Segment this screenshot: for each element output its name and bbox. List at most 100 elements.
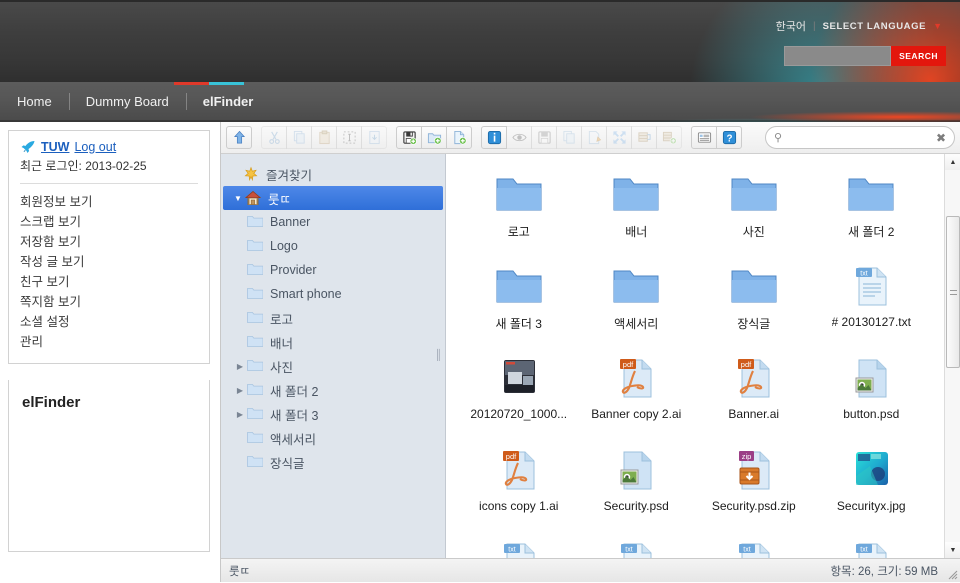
language-select-label[interactable]: SELECT LANGUAGE — [823, 21, 926, 32]
status-summary: 항목: 26, 크기: 59 MB — [830, 563, 952, 579]
scroll-up-icon[interactable]: ▲ — [945, 154, 960, 170]
preview-icon[interactable] — [506, 126, 532, 149]
file-item[interactable]: Securityx.jpg — [813, 440, 931, 532]
tree-item-provider[interactable]: Provider — [221, 258, 445, 282]
tree-item-newfolder3[interactable]: ▶ 새 폴더 3 — [221, 402, 445, 426]
file-item[interactable]: Security.psd — [578, 440, 696, 532]
copy-icon[interactable] — [286, 126, 312, 149]
tree-item-accessory[interactable]: 액세서리 — [221, 426, 445, 450]
nav-item-home[interactable]: Home — [0, 82, 69, 122]
download-icon[interactable] — [531, 126, 557, 149]
upload-icon[interactable] — [396, 126, 422, 149]
tree-item-decotext[interactable]: 장식글 — [221, 450, 445, 474]
text-file-icon: txt — [492, 538, 546, 558]
file-label: 20120720_1000... — [470, 407, 567, 421]
toolbar-group-actions — [481, 126, 682, 149]
sidebar-item-social[interactable]: 소셜 설정 — [20, 312, 198, 332]
window-resize-handle[interactable] — [946, 568, 958, 580]
file-item[interactable]: 새 폴더 2 — [813, 164, 931, 256]
username-link[interactable]: TUW — [41, 140, 69, 154]
folder-icon — [492, 262, 546, 310]
file-item[interactable]: txt — [813, 532, 931, 558]
file-item[interactable]: txt — [460, 532, 578, 558]
last-login-text: 최근 로그인: 2013-02-25 — [20, 157, 198, 183]
help-icon[interactable]: ? — [716, 126, 742, 149]
paste-icon[interactable] — [311, 126, 337, 149]
search-input[interactable] — [787, 132, 936, 144]
nav-item-elfinder[interactable]: elFinder — [186, 82, 271, 122]
folder-icon — [247, 358, 265, 374]
view-mode-icon[interactable] — [691, 126, 717, 149]
sidebar-item-scrap[interactable]: 스크랩 보기 — [20, 212, 198, 232]
file-item[interactable]: zip Security.psd.zip — [695, 440, 813, 532]
tree-item-logo-ko[interactable]: 로고 — [221, 306, 445, 330]
header-search[interactable]: SEARCH — [784, 46, 946, 66]
site-header: 한국어 | SELECT LANGUAGE ▼ SEARCH — [0, 0, 960, 82]
file-item[interactable]: 새 폴더 3 — [460, 256, 578, 348]
tree-item-banner[interactable]: Banner — [221, 210, 445, 234]
file-item[interactable]: txt # 20130127.txt — [813, 256, 931, 348]
duplicate-icon[interactable] — [556, 126, 582, 149]
tree-item-photos[interactable]: ▶ 사진 — [221, 354, 445, 378]
cut-icon[interactable] — [261, 126, 287, 149]
sidebar-item-profile[interactable]: 회원정보 보기 — [20, 192, 198, 212]
tree-label: 액세서리 — [270, 429, 316, 448]
sidebar-item-friends[interactable]: 친구 보기 — [20, 272, 198, 292]
file-label: 새 폴더 3 — [496, 315, 542, 332]
svg-text:pdf: pdf — [506, 452, 517, 461]
tree-item-logo-en[interactable]: Logo — [221, 234, 445, 258]
sidebar-item-admin[interactable]: 관리 — [20, 332, 198, 352]
file-item[interactable]: txt — [578, 532, 696, 558]
sidebar-item-messages[interactable]: 쪽지함 보기 — [20, 292, 198, 312]
file-item[interactable]: 로고 — [460, 164, 578, 256]
tree-item-favorites[interactable]: 즐겨찾기 — [221, 162, 445, 186]
file-item[interactable]: 액세서리 — [578, 256, 696, 348]
file-item[interactable]: 배너 — [578, 164, 696, 256]
file-item[interactable]: pdf Banner.ai — [695, 348, 813, 440]
logout-link[interactable]: Log out — [74, 140, 116, 154]
select-icon[interactable] — [336, 126, 362, 149]
file-item[interactable]: button.psd — [813, 348, 931, 440]
elfinder-search[interactable]: ⚲ ✖ — [765, 126, 955, 149]
scrollbar-thumb[interactable] — [946, 216, 960, 368]
sidebar-item-posts[interactable]: 작성 글 보기 — [20, 252, 198, 272]
tree-item-newfolder2[interactable]: ▶ 새 폴더 2 — [221, 378, 445, 402]
chevron-down-icon[interactable]: ▼ — [231, 194, 245, 203]
chevron-right-icon[interactable]: ▶ — [233, 410, 247, 419]
file-item[interactable]: txt — [695, 532, 813, 558]
file-item[interactable]: pdf Banner copy 2.ai — [578, 348, 696, 440]
up-icon[interactable] — [226, 126, 252, 149]
header-search-button[interactable]: SEARCH — [891, 46, 946, 66]
scroll-down-icon[interactable]: ▼ — [945, 542, 960, 558]
tree-resize-handle[interactable]: ║ — [435, 350, 442, 361]
selectall-icon[interactable] — [361, 126, 387, 149]
edit-icon[interactable] — [581, 126, 607, 149]
file-item[interactable]: 장식글 — [695, 256, 813, 348]
sidebar-item-saved[interactable]: 저장함 보기 — [20, 232, 198, 252]
resize-icon[interactable] — [606, 126, 632, 149]
header-search-input[interactable] — [784, 46, 891, 66]
extract-icon[interactable] — [656, 126, 682, 149]
svg-text:?: ? — [726, 133, 732, 144]
file-item[interactable]: 사진 — [695, 164, 813, 256]
tree-item-smartphone[interactable]: Smart phone — [221, 282, 445, 306]
star-icon — [243, 166, 261, 182]
file-item[interactable]: 20120720_1000... — [460, 348, 578, 440]
tree-item-root[interactable]: ▼ 룻ㄸ — [223, 186, 443, 210]
info-icon[interactable] — [481, 126, 507, 149]
new-folder-icon[interactable] — [421, 126, 447, 149]
archive-icon[interactable] — [631, 126, 657, 149]
nav-item-dummy-board[interactable]: Dummy Board — [69, 82, 186, 122]
chevron-right-icon[interactable]: ▶ — [233, 362, 247, 371]
file-label: Banner copy 2.ai — [591, 407, 681, 421]
tree-item-banner-ko[interactable]: 배너 — [221, 330, 445, 354]
file-list-scrollbar[interactable]: ▲ ▼ — [944, 154, 960, 558]
language-selector[interactable]: 한국어 | SELECT LANGUAGE ▼ — [776, 18, 942, 34]
chevron-down-icon[interactable]: ▼ — [933, 21, 942, 31]
chevron-right-icon[interactable]: ▶ — [233, 386, 247, 395]
file-item[interactable]: pdf icons copy 1.ai — [460, 440, 578, 532]
tree-label: 배너 — [270, 333, 293, 352]
folder-icon — [492, 170, 546, 218]
close-icon[interactable]: ✖ — [936, 131, 946, 145]
new-file-icon[interactable] — [446, 126, 472, 149]
